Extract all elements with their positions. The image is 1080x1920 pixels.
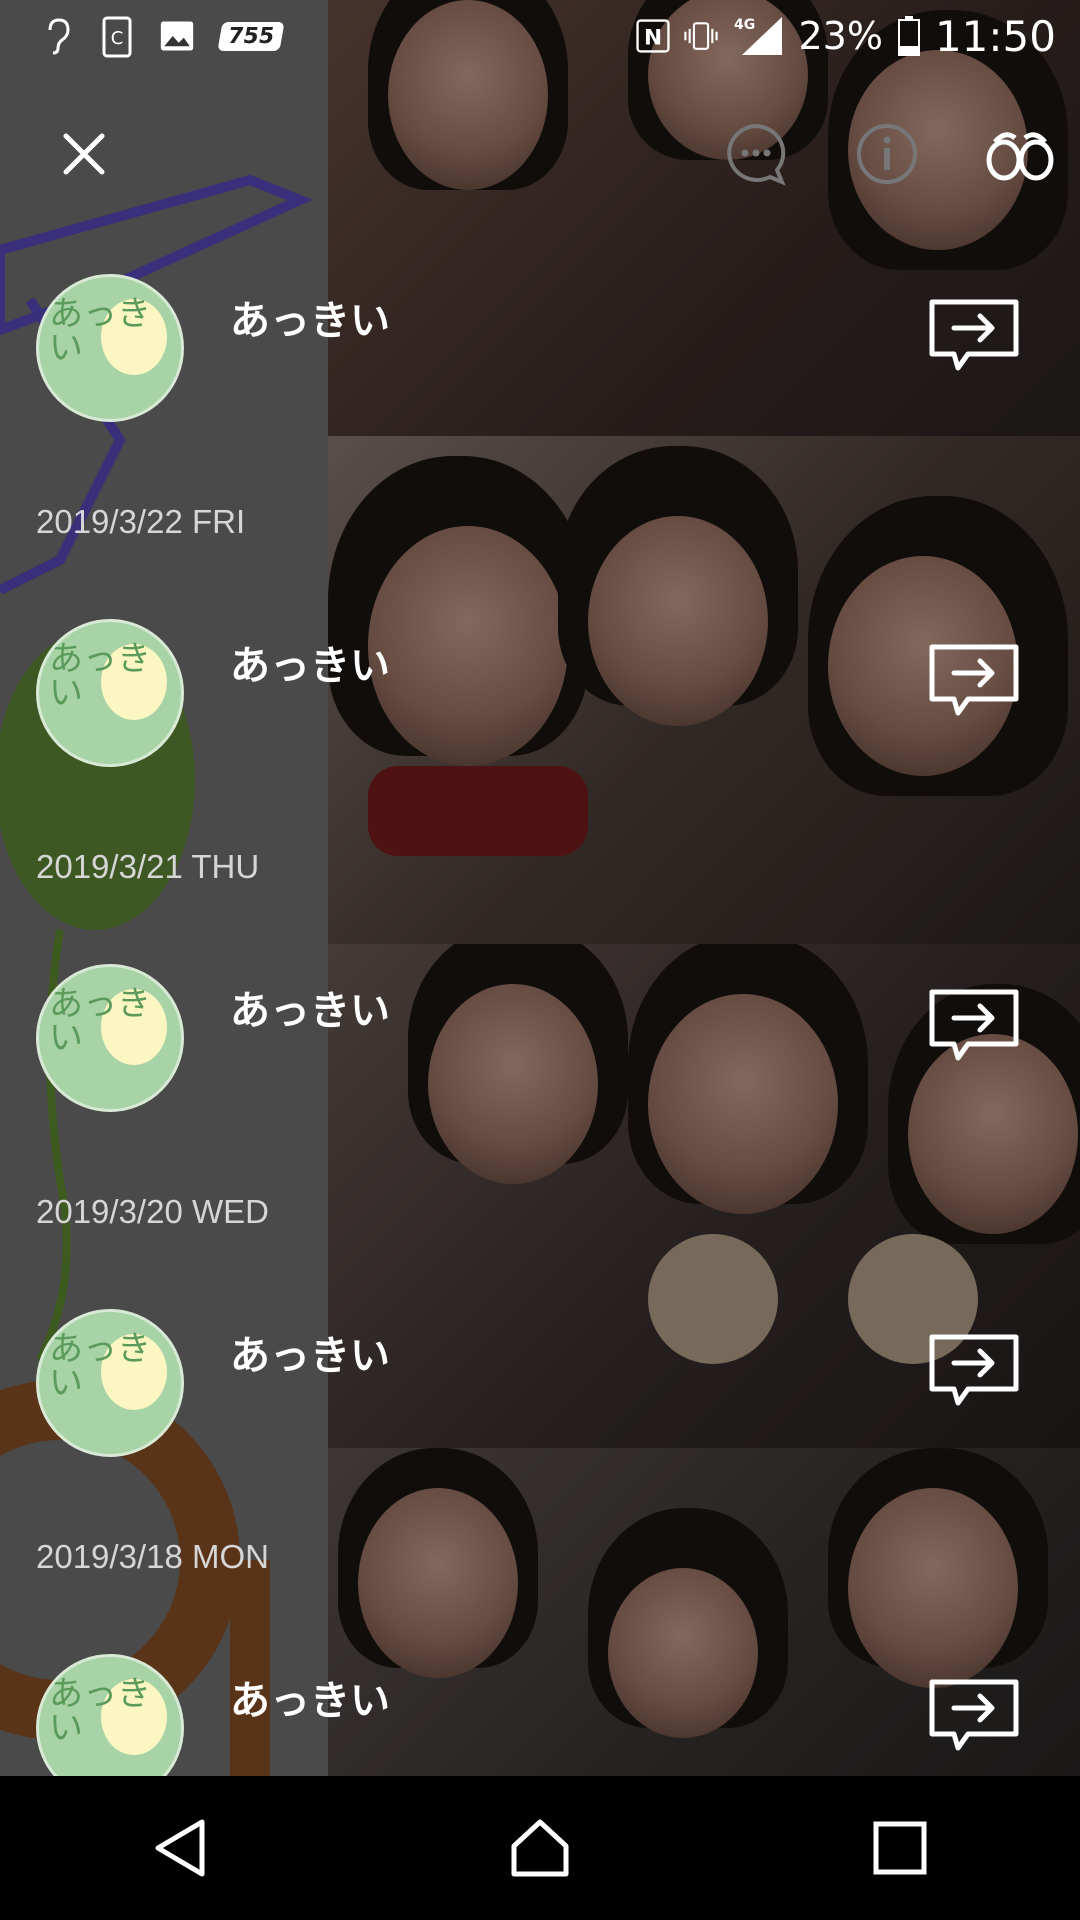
post-row[interactable]: あっきい あっきい <box>0 1638 1080 1776</box>
battery-percent: 23% <box>798 14 883 58</box>
battery-icon <box>897 16 921 56</box>
avatar-text: あっきい <box>49 1329 151 1403</box>
vibrate-icon <box>684 16 719 56</box>
share-button[interactable] <box>928 1678 1020 1752</box>
image-icon <box>160 16 194 56</box>
chat-button[interactable] <box>720 118 792 190</box>
network-type: 4G <box>734 17 755 33</box>
share-button[interactable] <box>928 988 1020 1062</box>
share-button[interactable] <box>928 298 1020 372</box>
post-row[interactable]: あっきい あっきい <box>0 1293 1080 1637</box>
755-app-icon: 755 <box>217 21 285 51</box>
date-label: 2019/3/22 FRI <box>36 503 246 540</box>
avatar-text: あっきい <box>49 294 151 368</box>
poster-name[interactable]: あっきい <box>230 1668 390 1726</box>
avatar[interactable]: あっきい <box>36 964 184 1112</box>
share-icon <box>929 989 1019 1061</box>
status-bar: C 755 N 4G 23% 11:50 <box>0 0 1080 72</box>
svg-text:N: N <box>644 26 662 51</box>
svg-text:C: C <box>111 28 124 49</box>
info-icon <box>857 124 917 184</box>
share-icon <box>929 1679 1019 1751</box>
clipboard-icon: C <box>100 16 134 58</box>
back-button[interactable] <box>135 1803 225 1893</box>
home-button[interactable] <box>495 1803 585 1893</box>
signal-icon: 4G <box>732 16 784 56</box>
share-button[interactable] <box>928 643 1020 717</box>
view-button[interactable] <box>984 118 1056 190</box>
date-label: 2019/3/18 MON <box>36 1538 269 1575</box>
poster-name[interactable]: あっきい <box>230 288 390 346</box>
date-label: 2019/3/20 WED <box>36 1193 269 1230</box>
share-button[interactable] <box>928 1333 1020 1407</box>
recents-icon <box>873 1821 927 1875</box>
poster-name[interactable]: あっきい <box>230 1323 390 1381</box>
binoculars-icon <box>986 132 1054 181</box>
avatar[interactable]: あっきい <box>36 274 184 422</box>
avatar[interactable]: あっきい <box>36 1654 184 1776</box>
top-toolbar <box>0 100 1080 210</box>
share-icon <box>929 644 1019 716</box>
avatar-text: あっきい <box>49 1674 151 1748</box>
home-icon <box>511 1819 569 1877</box>
post-row[interactable]: あっきい あっきい <box>0 948 1080 1292</box>
avatar[interactable]: あっきい <box>36 619 184 767</box>
navigation-bar <box>0 1776 1080 1920</box>
avatar-text: あっきい <box>49 639 151 713</box>
poster-name[interactable]: あっきい <box>230 633 390 691</box>
post-row[interactable]: あっきい あっきい <box>0 603 1080 947</box>
avatar[interactable]: あっきい <box>36 1309 184 1457</box>
date-label: 2019/3/21 THU <box>36 848 260 885</box>
clock: 11:50 <box>934 11 1056 61</box>
chat-icon <box>727 123 786 186</box>
share-icon <box>929 1334 1019 1406</box>
hearing-icon <box>40 16 74 56</box>
recents-button[interactable] <box>855 1803 945 1893</box>
avatar-text: あっきい <box>49 984 151 1058</box>
close-button[interactable] <box>48 118 120 190</box>
nfc-icon: N <box>636 16 671 56</box>
post-row[interactable]: あっきい あっきい <box>0 258 1080 602</box>
close-icon <box>63 133 105 175</box>
info-button[interactable] <box>851 118 923 190</box>
poster-name[interactable]: あっきい <box>230 978 390 1036</box>
share-icon <box>929 299 1019 371</box>
back-icon <box>155 1819 205 1877</box>
